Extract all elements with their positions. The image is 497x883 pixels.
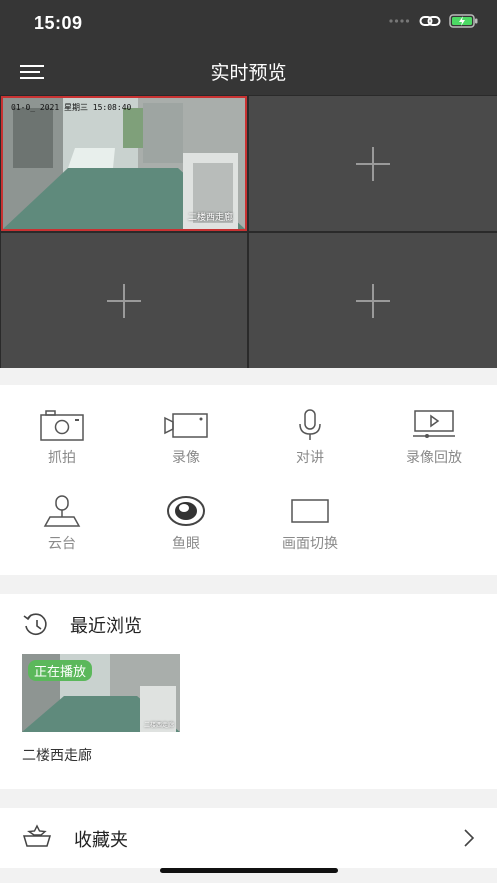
fisheye-icon <box>167 496 205 526</box>
page-title: 实时预览 <box>210 62 287 84</box>
tool-label: 对讲 <box>296 450 324 466</box>
video-window-1[interactable]: 01-0_ 2021 星期三 15:08:40 二楼西走廊 <box>1 96 247 231</box>
add-channel-icon[interactable] <box>356 146 390 181</box>
ptz-button[interactable]: 云台 <box>0 495 124 553</box>
tools-panel: 抓拍 录像 对讲 录像回放 云台 鱼眼 画面切换 <box>0 385 497 575</box>
favorites-label: 收藏夹 <box>74 830 128 851</box>
osd-channel-name: 二楼西走廊 <box>187 213 233 223</box>
tool-label: 鱼眼 <box>172 536 200 552</box>
nav-bar: 实时预览 <box>0 48 497 95</box>
playback-button[interactable]: 录像回放 <box>372 409 496 467</box>
ptz-icon <box>43 495 81 527</box>
intercom-button[interactable]: 对讲 <box>248 409 372 467</box>
playback-icon <box>413 410 455 438</box>
video-window-3[interactable] <box>1 233 247 368</box>
favorites-icon <box>22 824 52 847</box>
add-channel-icon[interactable] <box>356 283 390 318</box>
signal-icon <box>389 19 410 23</box>
snapshot-button[interactable]: 抓拍 <box>0 409 124 467</box>
camera-icon <box>40 410 84 441</box>
video-camera-icon <box>164 413 208 438</box>
status-icons <box>389 14 479 28</box>
tool-label: 抓拍 <box>48 450 76 466</box>
tool-label: 录像 <box>172 450 200 466</box>
fisheye-button[interactable]: 鱼眼 <box>124 495 248 553</box>
record-button[interactable]: 录像 <box>124 409 248 467</box>
thumbnail-osd-name: 二楼西走廊 <box>143 722 174 729</box>
recent-thumbnail[interactable]: 正在播放 二楼西走廊 <box>22 654 180 732</box>
recent-item-name: 二楼西走廊 <box>22 748 92 764</box>
status-time: 15:09 <box>34 13 83 33</box>
now-playing-badge: 正在播放 <box>28 660 93 681</box>
split-screen-icon <box>291 499 329 523</box>
battery-icon <box>449 14 478 28</box>
video-grid: 01-0_ 2021 星期三 15:08:40 二楼西走廊 <box>0 95 497 368</box>
recent-title: 最近浏览 <box>70 616 142 637</box>
tool-label: 录像回放 <box>406 450 462 466</box>
recent-section: 最近浏览 正在播放 二楼西走廊 二楼西走廊 <box>0 594 497 789</box>
video-window-2[interactable] <box>249 96 497 231</box>
chevron-right-icon <box>464 829 475 847</box>
history-icon <box>23 613 47 635</box>
osd-timestamp: 01-0_ 2021 星期三 15:08:40 <box>11 103 132 112</box>
add-channel-icon[interactable] <box>107 283 141 318</box>
home-indicator <box>160 868 338 873</box>
microphone-icon <box>299 409 321 440</box>
split-screen-button[interactable]: 画面切换 <box>248 495 372 553</box>
link-icon <box>419 16 441 26</box>
favorites-row[interactable]: 收藏夹 <box>0 808 497 868</box>
tool-label: 云台 <box>48 536 76 552</box>
video-window-4[interactable] <box>249 233 497 368</box>
tool-label: 画面切换 <box>282 536 338 552</box>
status-bar: 15:09 <box>0 0 497 48</box>
